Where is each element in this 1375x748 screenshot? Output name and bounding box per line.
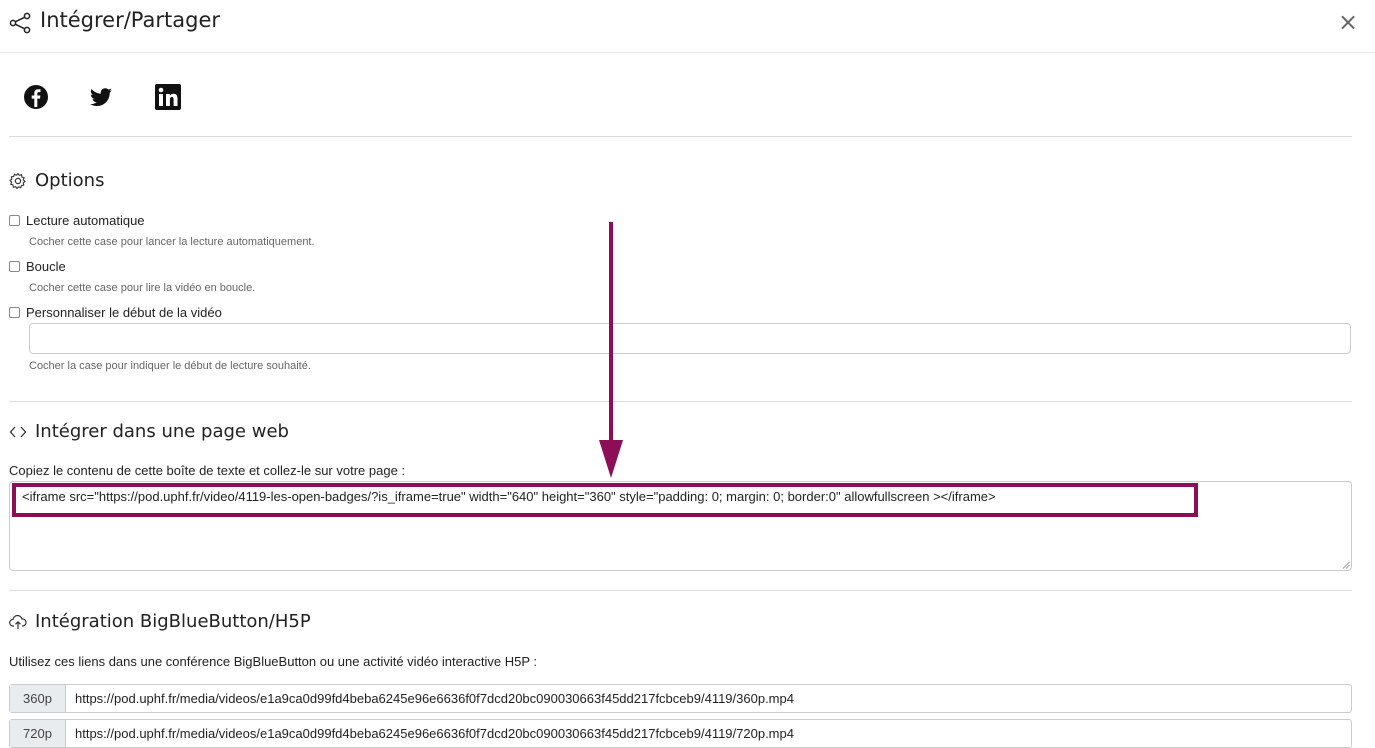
cloud-upload-icon: [9, 614, 27, 629]
autoplay-option: Lecture automatique: [9, 213, 145, 228]
embed-code-highlight[interactable]: <iframe src="https://pod.uphf.fr/video/4…: [12, 483, 1198, 517]
embed-section-title: Intégrer dans une page web: [9, 421, 289, 442]
embed-title-label: Intégrer dans une page web: [35, 421, 289, 442]
options-section-title: Options: [9, 170, 104, 191]
loop-option: Boucle: [9, 259, 66, 274]
link-row-720p: 720p https://pod.uphf.fr/media/videos/e1…: [9, 719, 1352, 748]
start-checkbox[interactable]: [9, 307, 20, 318]
loop-help: Cocher cette case pour lire la vidéo en …: [29, 282, 256, 294]
options-title-label: Options: [35, 170, 105, 191]
link-row-360p: 360p https://pod.uphf.fr/media/videos/e1…: [9, 684, 1352, 713]
share-icon: [9, 12, 31, 34]
start-option: Personnaliser le début de la vidéo: [9, 305, 222, 320]
autoplay-label: Lecture automatique: [26, 213, 145, 228]
bbb-section-title: Intégration BigBlueButton/H5P: [9, 611, 311, 632]
twitter-icon[interactable]: [88, 84, 114, 110]
loop-label: Boucle: [26, 259, 66, 274]
link-url-720p[interactable]: https://pod.uphf.fr/media/videos/e1a9ca0…: [66, 720, 794, 747]
divider: [9, 136, 1352, 137]
bbb-title-label: Intégration BigBlueButton/H5P: [35, 611, 311, 632]
close-icon[interactable]: ×: [1338, 10, 1358, 34]
code-icon: [9, 426, 27, 437]
start-label: Personnaliser le début de la vidéo: [26, 305, 222, 320]
link-url-360p[interactable]: https://pod.uphf.fr/media/videos/e1a9ca0…: [66, 685, 794, 712]
resize-handle-icon[interactable]: [1342, 561, 1350, 569]
gear-icon: [9, 172, 26, 189]
loop-checkbox[interactable]: [9, 261, 20, 272]
start-help: Cocher la case pour indiquer le début de…: [29, 360, 311, 372]
divider: [9, 590, 1352, 591]
start-time-input[interactable]: [29, 323, 1351, 354]
modal-header: Intégrer/Partager ×: [0, 0, 1375, 53]
divider: [9, 401, 1352, 402]
annotation-arrow-icon: [599, 222, 623, 478]
autoplay-checkbox[interactable]: [9, 215, 20, 226]
facebook-icon[interactable]: [23, 84, 49, 110]
quality-label-360p: 360p: [10, 685, 66, 712]
bbb-instructions: Utilisez ces liens dans une conférence B…: [9, 654, 538, 669]
embed-instructions: Copiez le contenu de cette boîte de text…: [9, 463, 406, 478]
autoplay-help: Cocher cette case pour lancer la lecture…: [29, 236, 315, 248]
modal-title: Intégrer/Partager: [40, 8, 220, 32]
quality-label-720p: 720p: [10, 720, 66, 747]
linkedin-icon[interactable]: [155, 84, 181, 110]
